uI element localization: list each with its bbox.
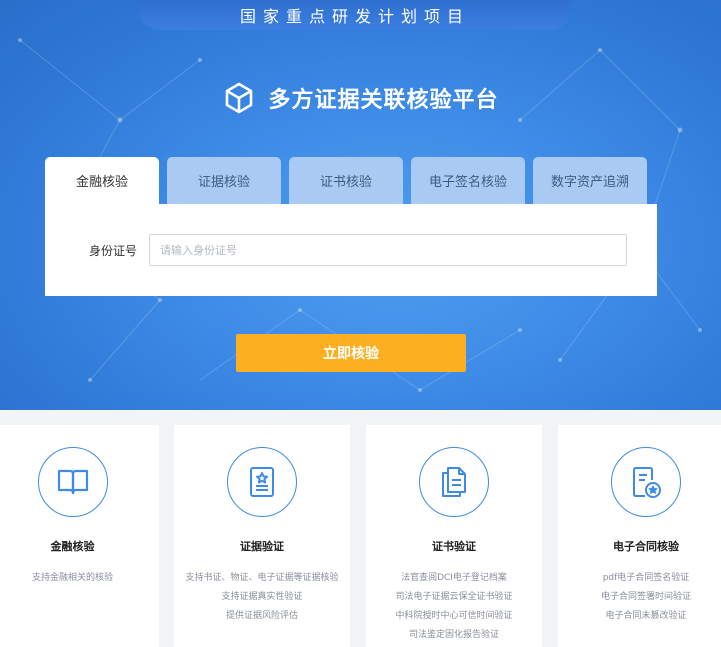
tab-evidence[interactable]: 证据核验 (167, 157, 281, 204)
platform-title: 多方证据关联核验平台 (268, 88, 499, 113)
cube-icon (222, 81, 256, 115)
feature-desc-line: pdf电子合同签名验证 (602, 573, 690, 583)
verify-now-button[interactable]: 立即核验 (236, 334, 466, 372)
feature-desc: 法官查阅DCI电子登记档案 司法电子证据云保全证书验证 中科院授时中心可信时间验… (366, 569, 542, 645)
feature-desc-line: 提供证据风险评估 (225, 611, 298, 621)
tab-e-signature[interactable]: 电子签名核验 (411, 157, 525, 204)
feature-card-finance: 金融核验 支持金融相关的核验 (0, 425, 159, 647)
tab-finance[interactable]: 金融核验 (45, 157, 159, 204)
feature-desc-line: 司法鉴定固化报告验证 (408, 630, 499, 640)
feature-desc-line: 司法电子证据云保全证书验证 (395, 592, 513, 602)
feature-title: 金融核验 (50, 540, 95, 553)
documents-icon (442, 467, 466, 497)
feature-desc-line: 法官查阅DCI电子登记档案 (401, 573, 507, 583)
certificate-icon (250, 467, 274, 497)
feature-desc-line: 支持金融相关的核验 (31, 573, 113, 583)
certificate-icon-circle (227, 447, 297, 517)
project-banner: 国家重点研发计划项目 (138, 0, 572, 30)
feature-desc: 支持金融相关的核验 (0, 569, 159, 588)
contract-seal-icon (633, 467, 661, 498)
tab-digital-asset[interactable]: 数字资产追溯 (533, 157, 647, 204)
verification-tabs: 金融核验 证据核验 证书核验 电子签名核验 数字资产追溯 (45, 157, 647, 204)
hero-section: 国家重点研发计划项目 多方证据关联核验平台 金融核验 证据核验 证书核验 电子签… (0, 0, 721, 410)
tab-certificate[interactable]: 证书核验 (289, 157, 403, 204)
book-icon-circle (37, 447, 108, 517)
feature-desc: pdf电子合同签名验证 电子合同签署时间验证 电子合同未篡改验证 (558, 569, 721, 626)
feature-card-evidence: 证据验证 支持书证、物证、电子证据等证据核验 支持证据真实性验证 提供证据风险评… (174, 425, 350, 647)
documents-icon-circle (419, 447, 489, 517)
id-number-label: 身份证号 (89, 244, 138, 258)
feature-title: 证据验证 (240, 540, 284, 553)
feature-card-contract: 电子合同核验 pdf电子合同签名验证 电子合同签署时间验证 电子合同未篡改验证 (558, 425, 721, 647)
feature-title: 证书验证 (432, 540, 476, 553)
feature-desc-line: 支持书证、物证、电子证据等证据核验 (185, 573, 339, 583)
platform-header: 多方证据关联核验平台 (0, 80, 721, 116)
feature-desc-line: 支持证据真实性验证 (221, 592, 303, 602)
feature-desc: 支持书证、物证、电子证据等证据核验 支持证据真实性验证 提供证据风险评估 (174, 569, 350, 626)
feature-desc-line: 电子合同签署时间验证 (600, 592, 691, 602)
feature-desc-line: 中科院授时中心可信时间验证 (395, 611, 513, 621)
feature-title: 电子合同核验 (613, 540, 679, 553)
feature-desc-line: 电子合同未篡改验证 (605, 611, 687, 621)
id-number-input[interactable] (149, 234, 627, 266)
book-icon (57, 469, 88, 495)
feature-card-certificate: 证书验证 法官查阅DCI电子登记档案 司法电子证据云保全证书验证 中科院授时中心… (366, 425, 542, 647)
contract-seal-icon-circle (611, 447, 681, 517)
verification-panel: 身份证号 (45, 204, 657, 296)
